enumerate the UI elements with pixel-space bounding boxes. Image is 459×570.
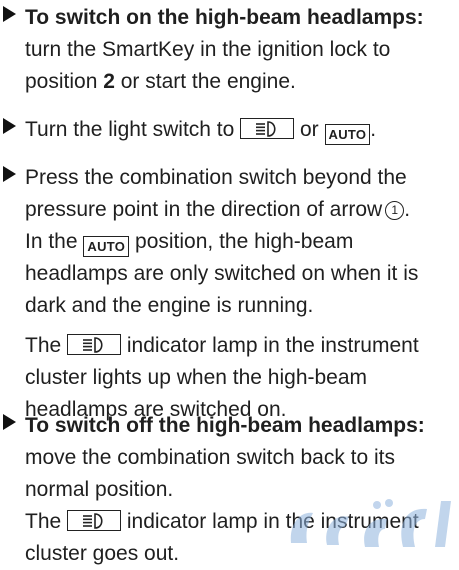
step-press-switch: Press the combination switch beyond the …	[0, 162, 455, 426]
step-light-switch: Turn the light switch to or AUTO.	[0, 114, 455, 146]
step-switch-off: To switch off the high-beam headlamps: m…	[0, 410, 455, 570]
triangle-right-icon	[3, 118, 16, 134]
step-switch-off-text: To switch off the high-beam headlamps: m…	[25, 414, 425, 501]
auto-position-symbol: AUTO	[83, 236, 130, 257]
triangle-right-icon	[3, 166, 16, 182]
high-beam-icon	[67, 334, 122, 355]
auto-note: In the AUTO position, the high-beam head…	[25, 230, 419, 317]
indicator-off-note: The indicator lamp in the instrument clu…	[25, 510, 419, 565]
auto-position-symbol: AUTO	[324, 124, 371, 145]
high-beam-icon	[67, 510, 122, 531]
step-press-switch-text: Press the combination switch beyond the …	[25, 166, 411, 221]
triangle-right-icon	[3, 414, 16, 430]
step-light-switch-text: Turn the light switch to or AUTO.	[25, 114, 455, 146]
arrow-number-badge: 1	[385, 201, 405, 220]
triangle-right-icon	[3, 6, 16, 22]
step-switch-on-heading: To switch on the high-beam headlamps:	[25, 6, 424, 29]
manual-page: To switch on the high-beam headlamps: tu…	[0, 0, 459, 565]
high-beam-icon	[240, 118, 295, 139]
ignition-position: 2	[103, 70, 115, 93]
step-switch-on-text: To switch on the high-beam headlamps: tu…	[25, 6, 424, 93]
step-switch-off-heading: To switch off the high-beam headlamps:	[25, 414, 425, 437]
step-switch-on: To switch on the high-beam headlamps: tu…	[0, 2, 455, 98]
